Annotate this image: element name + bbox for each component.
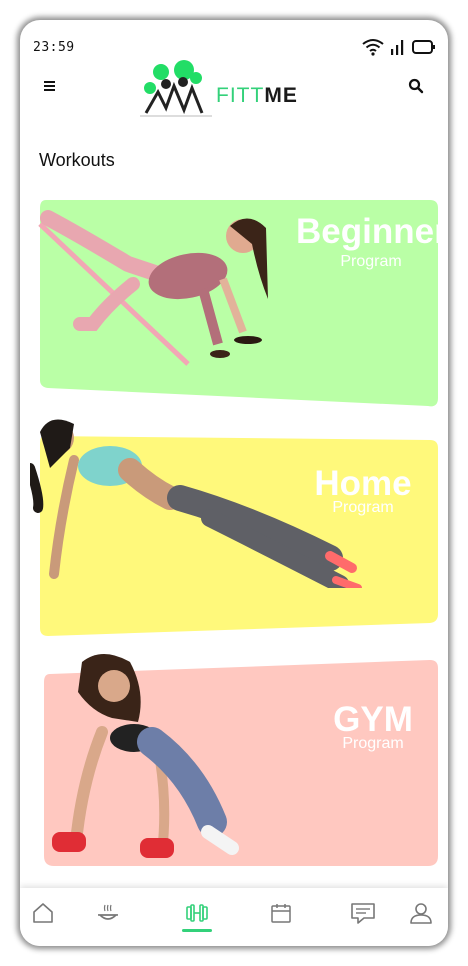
workout-card-home[interactable]: Home Program bbox=[30, 408, 438, 640]
logo-text: FITTME bbox=[216, 84, 298, 108]
card-subtitle: Program bbox=[332, 499, 394, 516]
home-icon bbox=[33, 903, 53, 923]
nav-meals[interactable] bbox=[93, 898, 123, 928]
nav-profile[interactable] bbox=[406, 898, 436, 928]
wifi-icon bbox=[362, 39, 384, 56]
chat-icon bbox=[351, 903, 375, 924]
woman-dumbbell-illustration bbox=[52, 654, 239, 858]
workout-card-beginner[interactable]: Beginner Program bbox=[38, 200, 448, 410]
dumbbell-icon bbox=[186, 904, 208, 922]
meal-icon bbox=[98, 904, 118, 920]
battery-icon bbox=[412, 40, 435, 54]
active-tab-indicator bbox=[182, 929, 212, 932]
nav-workouts[interactable] bbox=[182, 898, 212, 928]
hamburger-icon bbox=[44, 81, 55, 91]
profile-icon bbox=[410, 903, 432, 924]
workout-card-gym[interactable]: GYM Program bbox=[42, 652, 440, 866]
card-title: Beginner bbox=[296, 212, 448, 251]
woman-exercise-illustration bbox=[38, 210, 268, 366]
card-subtitle: Program bbox=[340, 253, 402, 270]
card-title: Home bbox=[314, 464, 412, 503]
nav-messages[interactable] bbox=[348, 898, 378, 928]
logo-mark bbox=[140, 60, 212, 117]
status-icons bbox=[362, 38, 436, 56]
card-subtitle: Program bbox=[342, 735, 404, 752]
logo-text-main: ME bbox=[264, 84, 298, 107]
status-time: 23:59 bbox=[33, 40, 75, 55]
card-title: GYM bbox=[333, 700, 413, 739]
phone-frame: 23:59 FITTME Workouts Beginner Program H… bbox=[20, 20, 448, 946]
signal-icon bbox=[391, 40, 404, 55]
section-title: Workouts bbox=[39, 150, 115, 170]
menu-button[interactable] bbox=[42, 78, 58, 94]
app-logo: FITTME bbox=[136, 58, 316, 120]
search-button[interactable] bbox=[408, 78, 424, 94]
search-icon bbox=[408, 78, 424, 94]
nav-home[interactable] bbox=[28, 898, 58, 928]
bottom-navigation bbox=[20, 888, 448, 946]
calendar-icon bbox=[271, 904, 291, 923]
nav-calendar[interactable] bbox=[266, 898, 296, 928]
logo-text-accent: FITT bbox=[216, 84, 265, 107]
